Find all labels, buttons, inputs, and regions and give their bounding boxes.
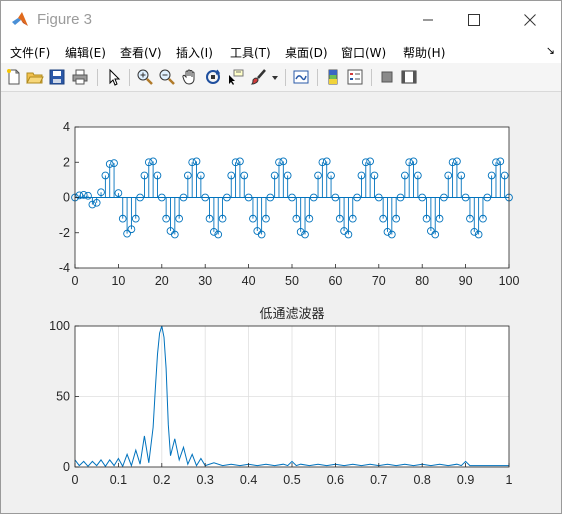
figure-toolbar bbox=[1, 63, 561, 92]
menu-insert[interactable]: 插入(I) bbox=[176, 44, 213, 61]
x-tick-label: 40 bbox=[242, 274, 256, 288]
y-tick-label: 2 bbox=[63, 155, 70, 169]
x-tick-label: 90 bbox=[459, 274, 473, 288]
x-tick-label: 0 bbox=[72, 274, 79, 288]
window-title: Figure 3 bbox=[37, 11, 93, 28]
x-tick-label: 0.9 bbox=[457, 473, 474, 487]
maximize-button[interactable] bbox=[451, 1, 497, 39]
maximize-icon bbox=[468, 14, 480, 26]
insert-legend-icon[interactable] bbox=[346, 68, 364, 86]
x-tick-label: 0 bbox=[72, 473, 79, 487]
brush-icon[interactable] bbox=[250, 68, 268, 86]
menu-help[interactable]: 帮助(H) bbox=[403, 44, 445, 61]
plot-title: 低通滤波器 bbox=[259, 307, 324, 322]
pan-hand-icon[interactable] bbox=[181, 68, 199, 86]
print-icon[interactable] bbox=[71, 68, 89, 86]
y-tick-label: 0 bbox=[63, 191, 70, 205]
y-tick-label: 0 bbox=[63, 460, 70, 474]
close-icon bbox=[524, 14, 536, 26]
x-tick-label: 20 bbox=[155, 274, 169, 288]
menu-bar: 文件(F) 编辑(E) 查看(V) 插入(I) 工具(T) 桌面(D) 窗口(W… bbox=[1, 39, 561, 63]
x-tick-label: 0.1 bbox=[110, 473, 127, 487]
toolbar-separator bbox=[97, 69, 98, 86]
title-bar[interactable]: Figure 3 bbox=[1, 1, 561, 39]
menu-file[interactable]: 文件(F) bbox=[10, 44, 50, 61]
insert-colorbar-icon[interactable] bbox=[324, 68, 342, 86]
toolbar-separator bbox=[317, 69, 318, 86]
select-pointer-icon[interactable] bbox=[105, 68, 123, 86]
zoom-in-icon[interactable] bbox=[136, 68, 154, 86]
matlab-logo-icon bbox=[11, 11, 29, 29]
x-tick-label: 0.5 bbox=[283, 473, 300, 487]
menu-view[interactable]: 查看(V) bbox=[120, 44, 162, 61]
x-tick-label: 0.8 bbox=[414, 473, 431, 487]
x-tick-label: 0.3 bbox=[197, 473, 214, 487]
menu-window[interactable]: 窗口(W) bbox=[341, 44, 386, 61]
x-tick-label: 0.4 bbox=[240, 473, 257, 487]
menu-desktop[interactable]: 桌面(D) bbox=[285, 44, 328, 61]
menu-tools[interactable]: 工具(T) bbox=[230, 44, 271, 61]
stem-plot-axes[interactable]: 0 10 20 30 40 50 60 70 80 90 100 -4 -2 0 2 4 bbox=[59, 120, 520, 288]
brush-dropdown-icon[interactable] bbox=[271, 68, 279, 86]
x-tick-label: 10 bbox=[111, 274, 125, 288]
menu-edit[interactable]: 编辑(E) bbox=[65, 44, 106, 61]
x-tick-label: 30 bbox=[198, 274, 212, 288]
y-tick-label: -4 bbox=[59, 261, 70, 275]
x-tick-label: 60 bbox=[328, 274, 342, 288]
toolbar-separator bbox=[129, 69, 130, 86]
figure-canvas[interactable]: 0 10 20 30 40 50 60 70 80 90 100 -4 -2 0 2 4 低通滤波器 0 0.1… bbox=[1, 92, 561, 513]
x-tick-label: 0.6 bbox=[327, 473, 344, 487]
x-tick-label: 0.7 bbox=[370, 473, 387, 487]
y-tick-label: 100 bbox=[49, 319, 70, 333]
zoom-out-icon[interactable] bbox=[158, 68, 176, 86]
link-plot-icon[interactable] bbox=[292, 68, 310, 86]
x-tick-label: 70 bbox=[372, 274, 386, 288]
hide-plot-tools-icon[interactable] bbox=[378, 68, 396, 86]
figure-window: Figure 3 文件(F) 编辑(E) 查看(V) 插入(I) 工具(T) 桌… bbox=[0, 0, 562, 514]
minimize-icon bbox=[423, 19, 433, 21]
plots-svg[interactable]: 0 10 20 30 40 50 60 70 80 90 100-4-2024 低通滤波器 0 0.1… bbox=[1, 92, 561, 513]
data-cursor-icon[interactable] bbox=[227, 68, 245, 86]
open-file-icon[interactable] bbox=[26, 68, 44, 86]
x-tick-label: 80 bbox=[415, 274, 429, 288]
new-figure-icon[interactable] bbox=[5, 68, 23, 86]
toolbar-separator bbox=[371, 69, 372, 86]
x-tick-label: 50 bbox=[285, 274, 299, 288]
minimize-button[interactable] bbox=[405, 1, 451, 39]
x-tick-label: 100 bbox=[499, 274, 520, 288]
y-tick-label: 50 bbox=[56, 390, 70, 404]
close-button[interactable] bbox=[507, 1, 553, 39]
x-tick-label: 1 bbox=[506, 473, 513, 487]
save-icon[interactable] bbox=[48, 68, 66, 86]
y-tick-label: -2 bbox=[59, 226, 70, 240]
y-tick-label: 4 bbox=[63, 120, 70, 134]
rotate-3d-icon[interactable] bbox=[204, 68, 222, 86]
toolbar-overflow-icon[interactable]: ↘ bbox=[546, 44, 555, 57]
x-tick-label: 0.2 bbox=[153, 473, 170, 487]
show-plot-tools-icon[interactable] bbox=[400, 68, 418, 86]
lowpass-filter-axes[interactable]: 低通滤波器 0 0.1 0.2 0.3 0.4 0.5 0.6 0.7 0.8 0.9 1 0 50 10… bbox=[49, 307, 512, 487]
toolbar-separator bbox=[285, 69, 286, 86]
